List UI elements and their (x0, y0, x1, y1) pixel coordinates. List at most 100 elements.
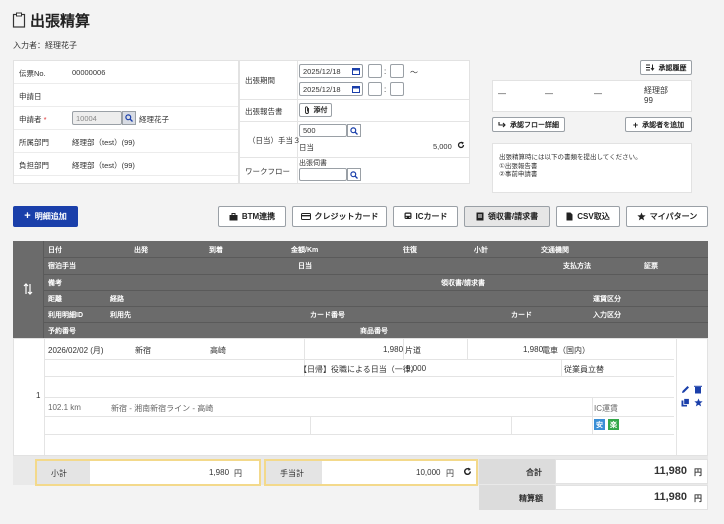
trash-icon[interactable] (694, 385, 702, 394)
total-value: 11,980 (654, 465, 688, 477)
ic-card-button[interactable]: ICカード (393, 206, 458, 227)
input-user: 入力者：経理花子 (13, 41, 77, 50)
settle-value: 11,980 (654, 491, 688, 503)
col-input-type: 入力区分 (593, 312, 621, 319)
cost-dept-row: 負担部門 経理部（test）(99) (14, 153, 238, 176)
my-pattern-button[interactable]: マイパターン (626, 206, 708, 227)
refresh-icon[interactable] (463, 467, 472, 476)
cheapest-badge: 安 (594, 419, 605, 430)
applicant-label: 申請者 * (19, 115, 47, 124)
slip-no-row: 伝票No. 00000006 (14, 61, 238, 84)
col-distance: 距離 (48, 296, 62, 303)
total-label-cell: 合計 (479, 459, 555, 484)
total-value-cell: 11,980 円 (555, 459, 708, 484)
cost-dept-value: 経理部（test）(99) (72, 161, 135, 170)
total-label: 合計 (526, 468, 542, 477)
row-date: 2026/02/02 (月) (48, 346, 104, 355)
receipt-button[interactable]: 領収書/請求書 (464, 206, 550, 227)
start-hour-input[interactable] (368, 64, 382, 78)
calendar-icon[interactable] (352, 85, 360, 93)
col-receipt: 領収書/請求書 (441, 280, 485, 287)
subtotal-label: 小計 (51, 469, 67, 478)
sort-icon[interactable] (23, 283, 33, 295)
add-approver-button[interactable]: + 承認者を追加 (625, 117, 692, 132)
colon: : (384, 67, 387, 76)
approval-flow-detail-button[interactable]: 承認フロー詳細 (492, 117, 565, 132)
search-icon (350, 170, 358, 179)
subtotal-value: 1,980 (209, 468, 230, 477)
allowance-search-button[interactable] (347, 124, 361, 137)
edit-icon[interactable] (681, 385, 690, 394)
col-fare-type: 運賃区分 (593, 296, 621, 303)
search-icon (350, 126, 358, 135)
col-daily: 日当 (298, 263, 312, 270)
allowance-total-label: 手当計 (280, 469, 304, 478)
allowance-input[interactable]: 500 (299, 124, 347, 137)
row-fare-type: IC運賃 (594, 404, 618, 413)
approver-slot-4: 経理部 99 (644, 86, 668, 105)
approver-slot-3: — (594, 89, 602, 98)
yen-unit: 円 (234, 469, 242, 478)
csv-import-button[interactable]: CSV取込 (556, 206, 620, 227)
allowance-total-value: 10,000 (416, 468, 441, 477)
yen-unit: 円 (694, 468, 702, 477)
col-route: 経路 (110, 296, 124, 303)
trip-info-panel: 出張期間 2025/12/18 : 〜 2025/12/18 : 出張報告書 添… (239, 60, 470, 184)
approver-slot-1: — (498, 89, 506, 98)
search-icon (125, 114, 133, 122)
approval-note: 出張精算時には以下の書類を提出してください。 ①出張報告書 ②事前申請書 (492, 143, 692, 193)
trip-request-search-button[interactable] (347, 168, 361, 181)
slip-info-panel: 伝票No. 00000006 申請日 申請者 * 10004 経理花子 所属部門… (13, 60, 239, 184)
detail-table-row[interactable]: 1 2026/02/02 (月) 新宿 高崎 1,980 片道 1,980 電車… (13, 338, 708, 456)
daily-value: 5,000 (433, 142, 452, 151)
apply-date-row: 申請日 (14, 84, 238, 107)
col-merchant: 利用先 (110, 312, 131, 319)
applicant-row: 申請者 * 10004 経理花子 (14, 107, 238, 130)
settle-value-cell: 11,980 円 (555, 485, 708, 510)
briefcase-icon (229, 212, 238, 220)
period-label: 出張期間 (245, 76, 275, 85)
trip-request-input[interactable] (299, 168, 347, 181)
colon: : (384, 85, 387, 94)
col-voucher: 証票 (644, 263, 658, 270)
dept-row: 所属部門 経理部（test）(99) (14, 130, 238, 153)
row-to: 高崎 (210, 346, 226, 355)
yen-unit: 円 (694, 494, 702, 503)
copy-icon[interactable] (681, 398, 690, 407)
refresh-icon[interactable] (457, 141, 465, 149)
totals-bar: 小計 1,980 円 手当計 10,000 円 合計 11,980 円 精算額 … (13, 456, 708, 516)
cost-dept-label: 負担部門 (19, 161, 49, 170)
end-min-input[interactable] (390, 82, 404, 96)
file-icon (566, 212, 573, 221)
credit-card-button[interactable]: クレジットカード (292, 206, 387, 227)
col-usage-id: 利用明細ID (48, 312, 83, 319)
train-icon (404, 212, 411, 219)
trip-request-label: 出張伺書 (299, 160, 327, 167)
end-hour-input[interactable] (368, 82, 382, 96)
col-payment: 支払方法 (563, 263, 591, 270)
add-detail-button[interactable]: + 明細追加 (13, 206, 78, 227)
col-subtotal: 小計 (474, 247, 488, 254)
star-icon[interactable] (694, 398, 703, 407)
attach-button[interactable]: 添付 (299, 103, 332, 117)
btm-button[interactable]: BTM連携 (218, 206, 286, 227)
slip-no-label: 伝票No. (19, 69, 46, 78)
row-payment: 従業員立替 (564, 365, 604, 374)
row-distance: 102.1 km (48, 403, 81, 412)
row-daily-note: 【日帰】役職による日当（一律） (299, 365, 419, 374)
yen-unit: 円 (446, 469, 454, 478)
approver-row: — — — 経理部 99 (492, 80, 692, 112)
row-roundtrip: 片道 (405, 346, 421, 355)
tilde: 〜 (410, 68, 418, 77)
approval-history-button[interactable]: 承認履歴 (640, 60, 692, 75)
calendar-icon[interactable] (352, 67, 360, 75)
row-subtotal: 1,980 (523, 345, 544, 354)
workflow-label: ワークフロー (245, 167, 290, 176)
start-min-input[interactable] (390, 64, 404, 78)
applicant-search-button[interactable] (122, 111, 136, 125)
settle-label: 精算額 (519, 494, 543, 503)
star-icon (637, 212, 646, 221)
slip-no-value: 00000006 (72, 68, 106, 77)
paperclip-icon (304, 106, 309, 114)
applicant-code-input[interactable]: 10004 (72, 111, 122, 125)
